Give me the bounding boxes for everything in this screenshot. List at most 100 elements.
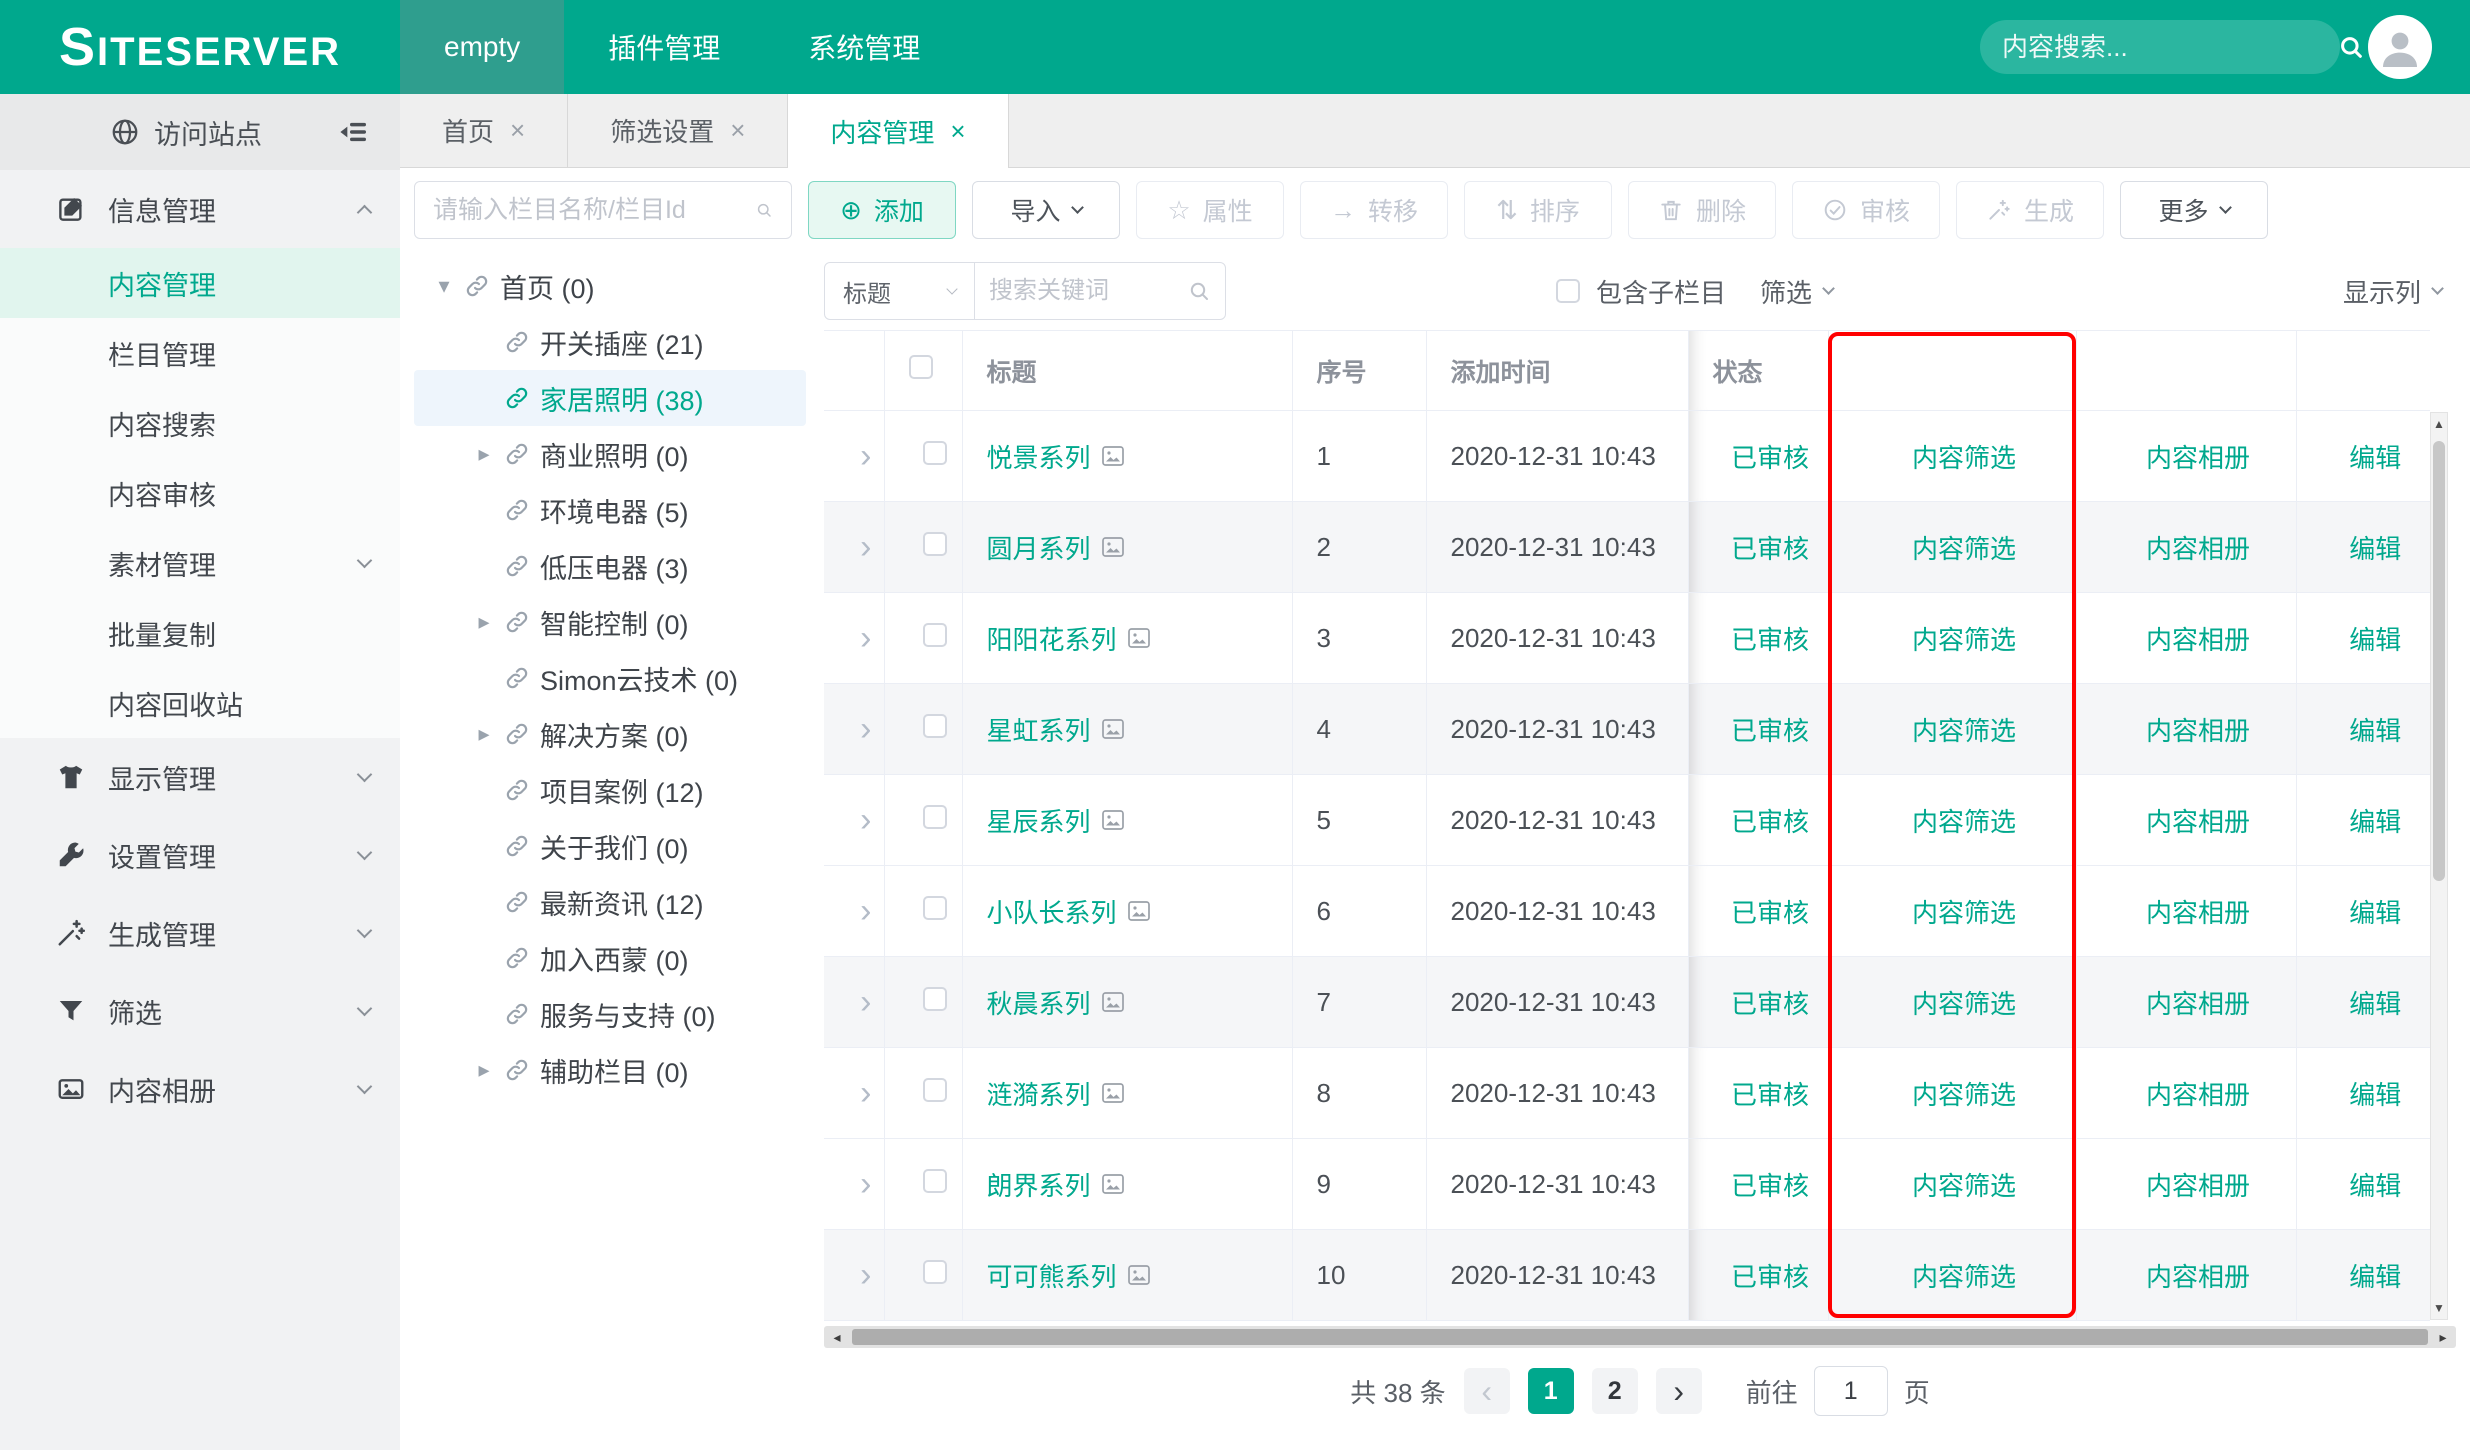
sidebar-subitem[interactable]: 内容管理 (0, 248, 400, 318)
field-select[interactable]: 标题 (825, 263, 975, 319)
content-title-link[interactable]: 圆月系列 (987, 529, 1091, 566)
row-checkbox[interactable] (923, 987, 947, 1011)
select-all-checkbox[interactable] (909, 355, 933, 379)
scroll-up-icon[interactable]: ▲ (2431, 417, 2447, 431)
column-search-input[interactable] (433, 196, 755, 225)
row-expand-icon[interactable]: › (860, 1165, 871, 1203)
topnav-item[interactable]: 系统管理 (764, 0, 964, 94)
content-album-link[interactable]: 内容相册 (2146, 989, 2250, 1019)
columns-dropdown[interactable]: 显示列 (2343, 273, 2442, 310)
keyword-search[interactable] (975, 263, 1225, 319)
sidebar-item-info-management[interactable]: 信息管理 (0, 170, 400, 248)
row-expand-icon[interactable]: › (860, 1074, 871, 1112)
content-album-link[interactable]: 内容相册 (2146, 625, 2250, 655)
edit-link[interactable]: 编辑 (2349, 1080, 2401, 1110)
close-tab-icon[interactable]: × (950, 116, 965, 147)
topnav-item[interactable]: 插件管理 (564, 0, 764, 94)
content-album-link[interactable]: 内容相册 (2146, 716, 2250, 746)
topnav-item[interactable]: empty (400, 0, 564, 94)
tree-node[interactable]: ▸ 辅助栏目 (0) (414, 1042, 806, 1098)
sidebar-subitem[interactable]: 内容审核 (0, 458, 400, 528)
content-title-link[interactable]: 小队长系列 (987, 893, 1117, 930)
content-filter-link[interactable]: 内容筛选 (1912, 1262, 2016, 1292)
scroll-right-icon[interactable]: ▸ (2430, 1326, 2456, 1348)
row-checkbox[interactable] (923, 441, 947, 465)
tree-node[interactable]: ▸ 商业照明 (0) (414, 426, 806, 482)
sort-button[interactable]: ⇅ 排序 (1464, 181, 1612, 239)
sidebar-item-filter[interactable]: 筛选 (0, 972, 400, 1050)
vertical-scrollbar[interactable]: ▲ ▼ (2430, 412, 2448, 1320)
row-expand-icon[interactable]: › (860, 801, 871, 839)
sidebar-subitem[interactable]: 内容搜索 (0, 388, 400, 458)
scroll-down-icon[interactable]: ▼ (2431, 1301, 2447, 1315)
content-album-link[interactable]: 内容相册 (2146, 1080, 2250, 1110)
expand-arrow-icon[interactable]: ▸ (464, 721, 504, 747)
tree-node[interactable]: ▸ 关于我们 (0) (414, 818, 806, 874)
expand-arrow-icon[interactable]: ▾ (424, 273, 464, 299)
next-page-button[interactable]: › (1656, 1368, 1702, 1414)
tree-node[interactable]: ▸ 最新资讯 (12) (414, 874, 806, 930)
content-album-link[interactable]: 内容相册 (2146, 534, 2250, 564)
content-title-link[interactable]: 秋晨系列 (987, 984, 1091, 1021)
content-filter-link[interactable]: 内容筛选 (1912, 625, 2016, 655)
global-search-input[interactable] (2002, 32, 2337, 63)
content-title-link[interactable]: 悦景系列 (987, 438, 1091, 475)
include-children-option[interactable]: 包含子栏目 (1556, 273, 1726, 310)
content-filter-link[interactable]: 内容筛选 (1912, 443, 2016, 473)
vertical-scrollbar-thumb[interactable] (2433, 441, 2445, 881)
global-search[interactable] (1980, 20, 2340, 74)
content-filter-link[interactable]: 内容筛选 (1912, 898, 2016, 928)
search-icon[interactable] (2337, 33, 2365, 61)
logo-area[interactable]: SITESERVER (0, 0, 400, 94)
sidebar-item-settings-management[interactable]: 设置管理 (0, 816, 400, 894)
content-album-link[interactable]: 内容相册 (2146, 898, 2250, 928)
edit-link[interactable]: 编辑 (2349, 1262, 2401, 1292)
expand-arrow-icon[interactable]: ▸ (464, 609, 504, 635)
row-checkbox[interactable] (923, 623, 947, 647)
row-checkbox[interactable] (923, 1169, 947, 1193)
page-number-button[interactable]: 2 (1592, 1368, 1638, 1414)
content-filter-link[interactable]: 内容筛选 (1912, 716, 2016, 746)
import-button[interactable]: 导入 (972, 181, 1120, 239)
content-title-link[interactable]: 星辰系列 (987, 802, 1091, 839)
tree-node[interactable]: ▸ 解决方案 (0) (414, 706, 806, 762)
content-title-link[interactable]: 阳阳花系列 (987, 620, 1117, 657)
edit-link[interactable]: 编辑 (2349, 443, 2401, 473)
row-checkbox[interactable] (923, 805, 947, 829)
transfer-button[interactable]: → 转移 (1300, 181, 1448, 239)
content-filter-link[interactable]: 内容筛选 (1912, 807, 2016, 837)
row-expand-icon[interactable]: › (860, 528, 871, 566)
edit-link[interactable]: 编辑 (2349, 625, 2401, 655)
generate-button[interactable]: 生成 (1956, 181, 2104, 239)
tree-node[interactable]: ▸ Simon云技术 (0) (414, 650, 806, 706)
user-avatar[interactable] (2368, 15, 2432, 79)
content-title-link[interactable]: 可可熊系列 (987, 1257, 1117, 1294)
content-title-link[interactable]: 朗界系列 (987, 1166, 1091, 1203)
tree-node[interactable]: ▸ 项目案例 (12) (414, 762, 806, 818)
more-button[interactable]: 更多 (2120, 181, 2268, 239)
expand-arrow-icon[interactable]: ▸ (464, 1057, 504, 1083)
edit-link[interactable]: 编辑 (2349, 898, 2401, 928)
row-checkbox[interactable] (923, 532, 947, 556)
sidebar-subitem[interactable]: 内容回收站 (0, 668, 400, 738)
content-title-link[interactable]: 涟漪系列 (987, 1075, 1091, 1112)
row-expand-icon[interactable]: › (860, 892, 871, 930)
edit-link[interactable]: 编辑 (2349, 534, 2401, 564)
row-expand-icon[interactable]: › (860, 1256, 871, 1294)
sidebar-item-generate-management[interactable]: 生成管理 (0, 894, 400, 972)
row-expand-icon[interactable]: › (860, 710, 871, 748)
content-album-link[interactable]: 内容相册 (2146, 1171, 2250, 1201)
content-album-link[interactable]: 内容相册 (2146, 1262, 2250, 1292)
delete-button[interactable]: 删除 (1628, 181, 1776, 239)
include-children-checkbox[interactable] (1556, 279, 1580, 303)
content-filter-link[interactable]: 内容筛选 (1912, 989, 2016, 1019)
row-expand-icon[interactable]: › (860, 619, 871, 657)
add-button[interactable]: ⊕ 添加 (808, 181, 956, 239)
tree-root-node[interactable]: ▾ 首页 (0) (414, 258, 806, 314)
row-expand-icon[interactable]: › (860, 437, 871, 475)
content-tab[interactable]: 筛选设置 × (568, 94, 788, 167)
content-album-link[interactable]: 内容相册 (2146, 443, 2250, 473)
tree-node[interactable]: ▸ 智能控制 (0) (414, 594, 806, 650)
tree-node[interactable]: ▸ 低压电器 (3) (414, 538, 806, 594)
tree-node[interactable]: ▸ 家居照明 (38) (414, 370, 806, 426)
